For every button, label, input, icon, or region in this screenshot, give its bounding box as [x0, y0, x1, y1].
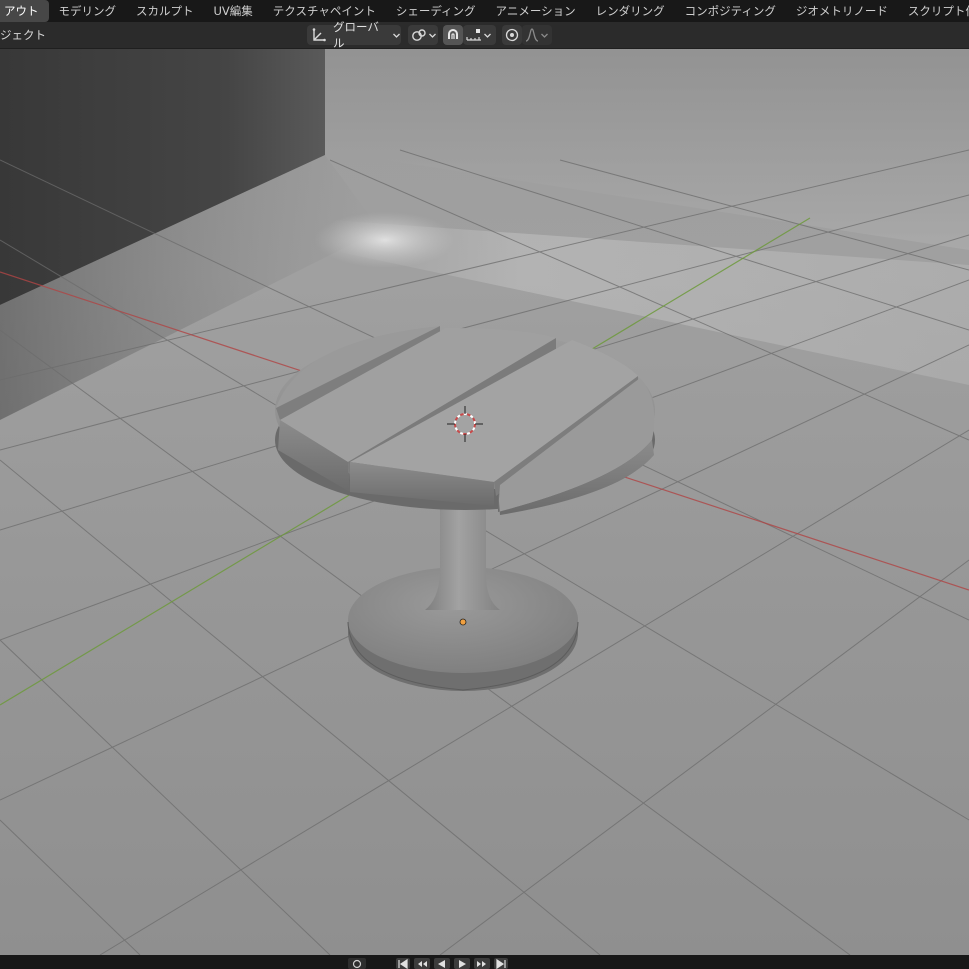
- prev-keyframe-icon: [418, 961, 427, 967]
- workspace-tab[interactable]: UV編集: [204, 0, 263, 22]
- workspace-tab[interactable]: モデリング: [49, 0, 127, 22]
- timeline-bar: [0, 955, 969, 969]
- snap-toggle[interactable]: [443, 25, 463, 45]
- workspace-tab[interactable]: スカルプト: [126, 0, 204, 22]
- transform-orientation-label: グローバル: [333, 20, 379, 50]
- play-reverse-button[interactable]: [434, 958, 450, 969]
- viewport-header: ジェクト グローバル: [0, 20, 969, 50]
- jump-start-icon: [398, 958, 408, 969]
- pivot-point-dropdown[interactable]: [408, 25, 438, 45]
- snap-magnet-icon: [445, 27, 461, 43]
- snap-target-dropdown[interactable]: [463, 25, 496, 45]
- jump-to-end-button[interactable]: [494, 958, 508, 969]
- proportional-falloff-dropdown[interactable]: [522, 25, 552, 45]
- record-icon: [352, 959, 362, 969]
- snap-increment-icon: [465, 27, 483, 43]
- workspace-tab[interactable]: スクリプト作成: [898, 0, 969, 22]
- workspace-tab[interactable]: コンポジティング: [675, 0, 786, 22]
- prev-keyframe-button[interactable]: [414, 958, 430, 969]
- workspace-tab[interactable]: アウト: [0, 0, 49, 22]
- workspace-tab[interactable]: レンダリング: [586, 0, 675, 22]
- proportional-edit-toggle[interactable]: [502, 25, 522, 45]
- workspace-tab[interactable]: ジオメトリノード: [786, 0, 898, 22]
- workspace-tab[interactable]: アニメーション: [486, 0, 586, 22]
- object-mode-label[interactable]: ジェクト: [0, 22, 46, 48]
- orientation-gizmo-icon: [311, 27, 327, 43]
- falloff-curve-icon: [524, 27, 540, 43]
- auto-keying-toggle[interactable]: [348, 958, 366, 969]
- workspace-tab-bar: アウト モデリング スカルプト UV編集 テクスチャペイント シェーディング アニメーション…: [0, 0, 969, 22]
- chevron-down-icon: [428, 31, 437, 40]
- object-origin-point: [459, 618, 467, 626]
- next-keyframe-button[interactable]: [474, 958, 490, 969]
- proportional-edit-icon: [504, 27, 520, 43]
- next-keyframe-icon: [477, 961, 486, 967]
- chevron-down-icon: [392, 31, 401, 40]
- viewport-scene: [0, 49, 969, 956]
- transform-orientation-dropdown[interactable]: グローバル: [307, 20, 401, 50]
- chevron-down-icon: [540, 31, 549, 40]
- play-reverse-icon: [438, 960, 445, 968]
- play-button[interactable]: [454, 958, 470, 969]
- 3d-viewport[interactable]: [0, 49, 969, 956]
- play-icon: [459, 960, 466, 968]
- jump-end-icon: [496, 958, 506, 969]
- workspace-tab[interactable]: シェーディング: [386, 0, 486, 22]
- chevron-down-icon: [483, 31, 492, 40]
- jump-to-start-button[interactable]: [396, 958, 410, 969]
- pivot-point-icon: [411, 27, 427, 43]
